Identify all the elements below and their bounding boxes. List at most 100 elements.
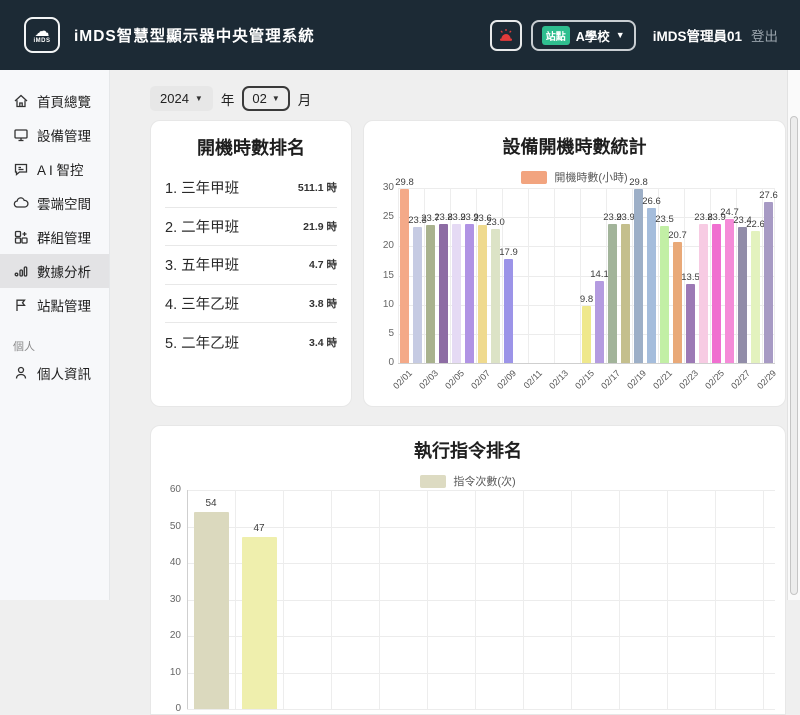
gridline <box>762 188 763 363</box>
bar-02/20 <box>647 208 655 363</box>
cloud-icon <box>13 195 29 211</box>
sidebar-item-analytics[interactable]: 數據分析 <box>0 254 109 288</box>
sidebar-item-ai[interactable]: A I 智控 <box>0 152 109 186</box>
gridline <box>528 188 529 363</box>
sidebar-item-sites[interactable]: 站點管理 <box>0 288 109 322</box>
cmd-chart-legend: 指令次數(次) <box>151 473 785 489</box>
x-tick-label: 02/11 <box>522 368 545 391</box>
date-filters: 2024 ▼ 年 02 ▼ 月 <box>150 86 311 111</box>
y-tick-label: 30 <box>157 594 181 605</box>
app-header: ☁ iMDS iMDS智慧型顯示器中央管理系統 站點 A學校 ▼ iMDS管理員… <box>0 0 800 70</box>
bar-value-label: 22.6 <box>746 219 765 230</box>
x-tick-label: 02/21 <box>651 368 674 391</box>
logout-link[interactable]: 登出 <box>751 25 778 45</box>
sidebar-item-groups[interactable]: 群組管理 <box>0 220 109 254</box>
bar-02/23 <box>686 284 694 363</box>
bar-02/16 <box>595 281 603 363</box>
vertical-scrollbar <box>787 70 800 600</box>
gridline <box>187 709 775 710</box>
legend-label: 指令次數(次) <box>453 473 515 489</box>
sidebar-item-label: 數據分析 <box>37 261 91 281</box>
bar-02/18 <box>621 224 629 363</box>
sidebar-item-cloud[interactable]: 雲端空間 <box>0 186 109 220</box>
x-tick-label: 02/09 <box>495 368 518 391</box>
gridline <box>398 363 775 364</box>
gridline <box>398 188 399 363</box>
bar-value-label: 23.9 <box>616 212 635 223</box>
x-tick-label: 02/25 <box>703 368 726 391</box>
bar-value-label: 26.6 <box>642 196 661 207</box>
chevron-down-icon: ▼ <box>616 30 625 40</box>
x-tick-label: 02/03 <box>417 368 440 391</box>
y-tick-label: 60 <box>157 484 181 495</box>
ranking-row-label: 3. 五年甲班 <box>165 254 239 275</box>
bar-value-label: 17.9 <box>499 247 518 258</box>
y-tick-label: 0 <box>157 703 181 714</box>
bar-02/07 <box>478 225 486 363</box>
main-content: 2024 ▼ 年 02 ▼ 月 開機時數排名 1. 三年甲班 511.1 時 2… <box>110 70 800 600</box>
home-icon <box>13 93 29 109</box>
x-tick-label: 02/05 <box>443 368 466 391</box>
y-tick-label: 20 <box>370 240 394 251</box>
boot-hours-bar-chart: 05101520253029.802/0123.323.702/0323.823… <box>398 188 775 363</box>
group-icon <box>13 229 29 245</box>
flag-icon <box>13 297 29 313</box>
ranking-row-label: 2. 二年甲班 <box>165 216 239 237</box>
y-tick-label: 0 <box>370 357 394 368</box>
gridline <box>502 188 503 363</box>
sidebar-item-devices[interactable]: 設備管理 <box>0 118 109 152</box>
bar-02/09 <box>504 259 512 363</box>
alarm-button[interactable] <box>490 20 522 51</box>
y-tick-label: 15 <box>370 270 394 281</box>
sidebar-item-profile[interactable]: 個人資訊 <box>0 356 109 390</box>
site-dropdown[interactable]: 站點 A學校 ▼ <box>531 20 636 51</box>
bar-02/05 <box>452 224 460 363</box>
bar-value-label: 9.8 <box>580 294 593 305</box>
site-badge: 站點 <box>542 26 570 45</box>
user-name: iMDS管理員01 <box>653 25 742 45</box>
y-tick-label: 20 <box>157 630 181 641</box>
sidebar-item-label: 設備管理 <box>37 125 91 145</box>
bar-value-label: 27.6 <box>759 190 778 201</box>
bar-value-label: 47 <box>253 523 264 534</box>
month-dropdown[interactable]: 02 ▼ <box>242 86 289 111</box>
x-tick-label: 02/13 <box>547 368 570 391</box>
chevron-down-icon: ▼ <box>195 94 203 103</box>
boot-hours-ranking-card: 開機時數排名 1. 三年甲班 511.1 時 2. 二年甲班 21.9 時 3.… <box>150 120 352 407</box>
year-dropdown[interactable]: 2024 ▼ <box>150 86 213 111</box>
hours-chart-title: 設備開機時數統計 <box>364 133 785 159</box>
year-suffix-label: 年 <box>221 89 235 109</box>
bar-02/17 <box>608 224 616 363</box>
bar-02/28 <box>751 231 759 363</box>
month-value: 02 <box>252 91 266 106</box>
sidebar-item-label: 站點管理 <box>37 295 91 315</box>
y-tick-label: 10 <box>157 667 181 678</box>
ranking-row: 3. 五年甲班 4.7 時 <box>165 246 337 285</box>
hours-chart-legend: 開機時數(小時) <box>364 169 785 185</box>
sidebar-item-label: A I 智控 <box>37 159 84 179</box>
legend-label: 開機時數(小時) <box>554 169 627 185</box>
bar-value-label: 23.5 <box>655 214 674 225</box>
ranking-row: 1. 三年甲班 511.1 時 <box>165 169 337 208</box>
chat-icon <box>13 161 29 177</box>
sidebar-item-home[interactable]: 首頁總覽 <box>0 84 109 118</box>
ranking-row: 5. 二年乙班 3.4 時 <box>165 323 337 362</box>
scrollbar-thumb[interactable] <box>790 116 798 595</box>
year-value: 2024 <box>160 91 189 106</box>
ranking-row-label: 5. 二年乙班 <box>165 332 239 353</box>
gridline <box>398 188 775 189</box>
y-tick-label: 10 <box>370 299 394 310</box>
bar-02/02 <box>413 227 421 363</box>
x-tick-label: 02/19 <box>625 368 648 391</box>
sidebar-item-label: 首頁總覽 <box>37 91 91 111</box>
gridline <box>580 188 581 363</box>
bar-02/21 <box>660 226 668 363</box>
y-tick-label: 30 <box>370 182 394 193</box>
ranking-row-value: 4.7 時 <box>309 257 337 272</box>
y-tick-label: 25 <box>370 211 394 222</box>
chevron-down-icon: ▼ <box>272 94 280 103</box>
cloud-download-icon: ☁ <box>35 26 50 38</box>
monitor-icon <box>13 127 29 143</box>
gridline <box>774 188 775 363</box>
bar-02/24 <box>699 224 707 363</box>
